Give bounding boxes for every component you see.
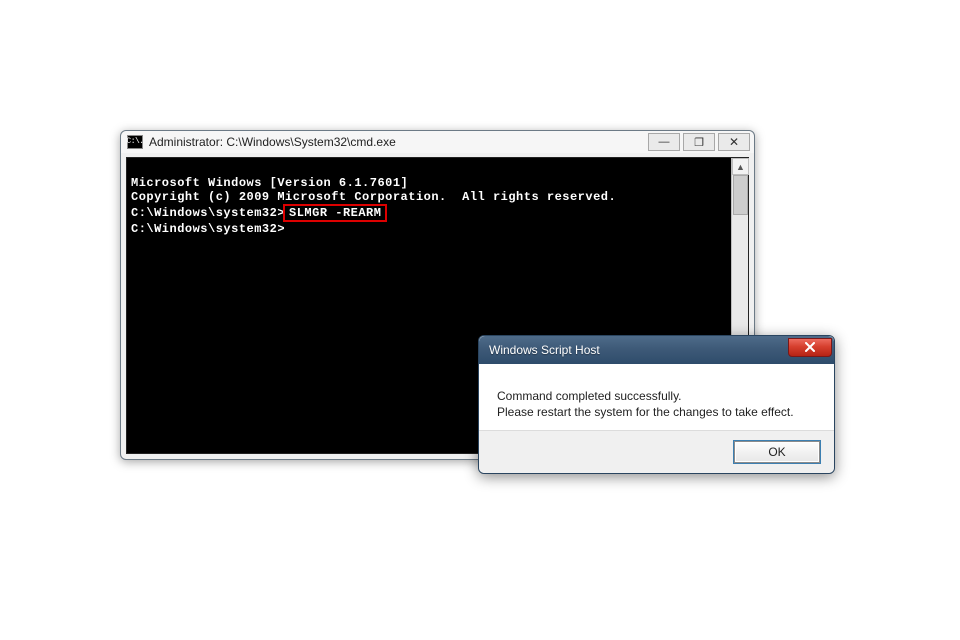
cmd-window-controls: — ❐ ✕ [648, 133, 750, 151]
cmd-command-highlight: SLMGR -REARM [283, 204, 387, 222]
scroll-up-button[interactable]: ▲ [732, 158, 749, 175]
script-host-dialog: Windows Script Host Command completed su… [478, 335, 835, 474]
close-icon: ✕ [729, 135, 739, 149]
dialog-button-row: OK [479, 430, 834, 473]
cmd-prompt-line-2: C:\Windows\system32> [131, 222, 744, 236]
ok-button-label: OK [768, 445, 785, 459]
minimize-icon: — [659, 136, 670, 148]
dialog-message-line-1: Command completed successfully. [497, 388, 816, 404]
dialog-message-line-2: Please restart the system for the change… [497, 404, 816, 420]
cmd-window-title: Administrator: C:\Windows\System32\cmd.e… [149, 135, 648, 149]
close-icon [804, 342, 816, 352]
scroll-thumb[interactable] [733, 175, 748, 215]
dialog-body: Command completed successfully. Please r… [479, 364, 834, 430]
close-button[interactable]: ✕ [718, 133, 750, 151]
cmd-output: Microsoft Windows [Version 6.1.7601]Copy… [127, 158, 748, 268]
dialog-close-button[interactable] [788, 338, 832, 357]
ok-button[interactable]: OK [734, 441, 820, 463]
cmd-icon-text: C:\. [126, 138, 143, 146]
chevron-up-icon: ▲ [736, 162, 745, 172]
cmd-version-line: Microsoft Windows [Version 6.1.7601] [131, 176, 744, 190]
cmd-copyright-line: Copyright (c) 2009 Microsoft Corporation… [131, 190, 744, 204]
cmd-icon: C:\. [127, 135, 143, 149]
cmd-prompt-path: C:\Windows\system32> [131, 206, 285, 220]
dialog-title: Windows Script Host [489, 343, 788, 357]
cmd-prompt-line-1: C:\Windows\system32> SLMGR -REARM [131, 204, 744, 222]
maximize-icon: ❐ [694, 136, 704, 149]
maximize-button[interactable]: ❐ [683, 133, 715, 151]
minimize-button[interactable]: — [648, 133, 680, 151]
cmd-titlebar[interactable]: C:\. Administrator: C:\Windows\System32\… [121, 131, 754, 153]
cmd-command-text: SLMGR -REARM [289, 206, 381, 220]
dialog-titlebar[interactable]: Windows Script Host [479, 336, 834, 364]
